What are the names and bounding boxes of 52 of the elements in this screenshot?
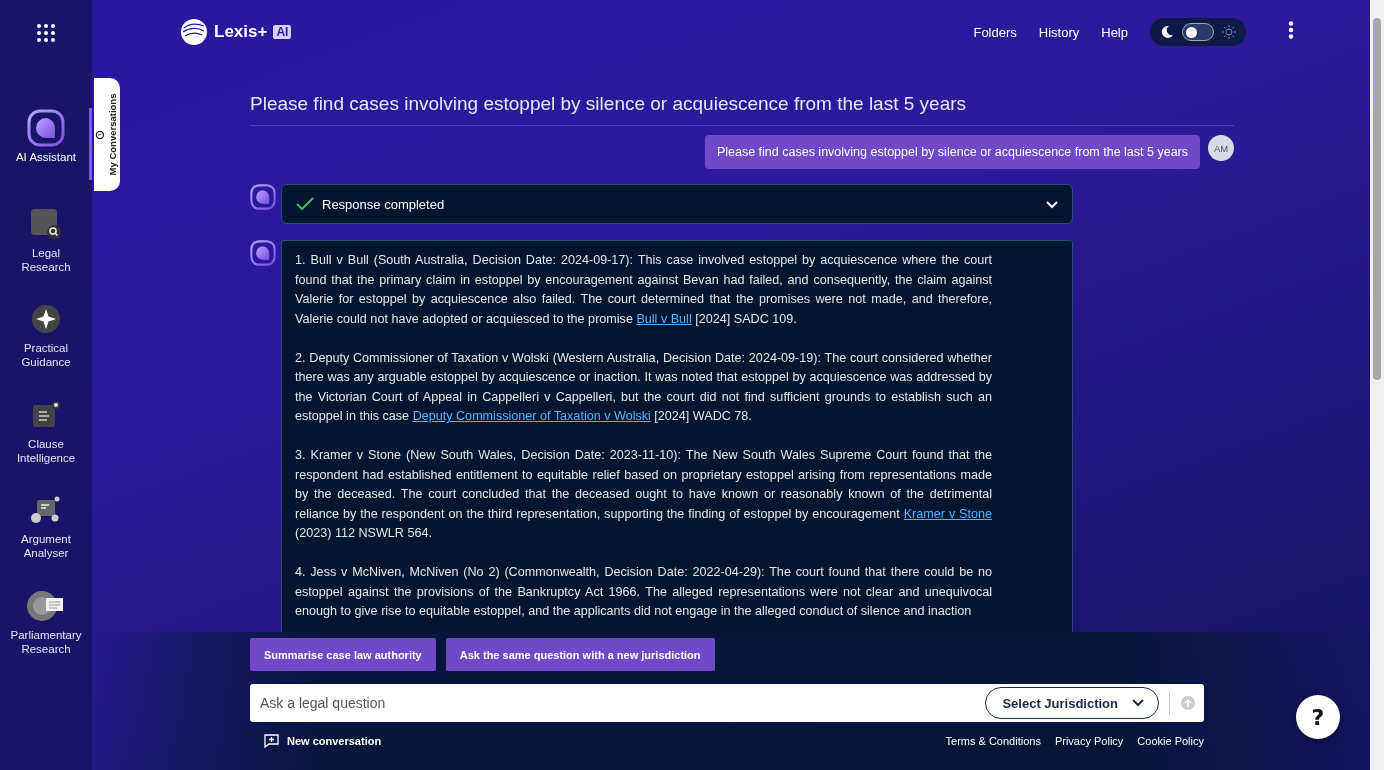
jurisdiction-dropdown[interactable]: Select Jurisdiction: [985, 687, 1159, 719]
add-chat-icon: [264, 734, 279, 748]
user-message: Please find cases involving estoppel by silence or acquiescence from the last 5 years: [704, 135, 1200, 169]
my-conversations-tab[interactable]: My Conversations: [94, 78, 120, 191]
logo-badge: AI: [273, 25, 292, 39]
nav-link[interactable]: Folders: [973, 24, 1017, 40]
case-summary: 1. Bull v Bull (South Australia, Decision Date: 2024-09-17): This case involved estoppel by acquiescence where the court found that the primary claim in estoppel by encouragement against Bevan had failed, and consequently, the claim against Valerie for estoppel by acquiescence also failed. The court determined that the promises were not made, and therefore, Valerie could not have adopted or acquiesced to the promise Bull v Bull [2024] SADC 109.: [295, 252, 992, 328]
more-options-icon[interactable]: [1288, 21, 1294, 39]
status-label: Response completed: [322, 196, 445, 212]
question-field[interactable]: Ask a legal question Select Jurisdiction: [250, 684, 1204, 722]
case-link[interactable]: Kramer v Stone: [903, 506, 992, 521]
rail-item[interactable]: AI Assistant: [0, 108, 92, 204]
suggestion-button[interactable]: Ask the same question with a new jurisdiction: [445, 638, 715, 671]
nav-link[interactable]: Help: [1101, 24, 1128, 40]
rail-item[interactable]: Parliamentary Research: [0, 585, 92, 681]
logo-text: Lexis+: [214, 22, 268, 42]
document-icon: [31, 399, 61, 430]
app-grid-icon[interactable]: [37, 24, 55, 42]
help-button[interactable]: ?: [1296, 695, 1340, 739]
case-link[interactable]: Bull v Bull: [636, 311, 692, 326]
nav-link[interactable]: History: [1038, 24, 1080, 40]
network-icon: [30, 495, 62, 525]
chevron-icon: [1132, 699, 1144, 707]
check-icon: [296, 197, 314, 211]
case-link[interactable]: Deputy Commissioner of Taxation v Wolski: [412, 409, 651, 423]
footer-link[interactable]: Cookie Policy: [1137, 735, 1204, 747]
case-summary: 2. Deputy Commissioner of Taxation v Wolski (Western Australia, Decision Date: 2024-09-19): The court considered whether there was any arguable estoppel by acquiescence or inaction. It was noted that estoppel by acquiescence was addressed by the Victorian Court of Appeal in Cappelleri v Cappelleri, but the court did not find sufficient grounds to establish such an estoppel in this case Deputy Commissioner of Taxation v Wolski [2024] WADC 78.: [295, 349, 992, 425]
case-summary: 4. Jess v McNiven, McNiven (No 2) (Commonwealth, Decision Date: 2022-04-29): The court found that there could be no estoppel against the provisions of the Bankruptcy Act 1966. The alleged representations were not clear and unequivocal enough to give rise to equitable estoppel, and the applicants did not engage in the alleged conduct of silence and inaction: [295, 564, 992, 620]
globe-document-icon: [26, 588, 66, 623]
theme-toggle[interactable]: [1182, 23, 1214, 41]
conversation-title: Please find cases involving estoppel by silence or acquiescence from the last 5 years: [250, 93, 1234, 126]
response-status[interactable]: Response completed: [281, 184, 1073, 224]
search-icon: [30, 207, 62, 240]
moon-icon: [1160, 25, 1174, 39]
case-summary: 3. Kramer v Stone (New South Wales, Decision Date: 2023-11-10): The New South Wales Supreme Court found that the respondent had established entitlement to equitable relief based on proprietary estoppel arising from representations made by the deceased. The court concluded that the deceased ought to have known or reasonably known of the detrimental reliance by the respondent on the third representation, supporting the finding of estoppel by encouragement Kramer v Stone (2023) 112 NSWLR 564.: [295, 447, 992, 542]
footer-link[interactable]: Privacy Policy: [1054, 735, 1124, 747]
suggestion-button[interactable]: Summarise case law authority: [250, 638, 436, 671]
rail-item[interactable]: Argument Analyser: [0, 490, 92, 586]
chat-bubble-icon: [27, 109, 65, 147]
user-avatar: AM: [1208, 135, 1234, 161]
new-conversation-button[interactable]: New conversation: [250, 734, 382, 748]
sun-icon: [1222, 25, 1236, 39]
footer-link[interactable]: Terms & Conditions: [945, 735, 1041, 747]
history-icon: [95, 130, 105, 139]
rail-item[interactable]: Legal Research: [0, 203, 92, 299]
chevron-icon[interactable]: [1046, 200, 1058, 209]
chat-bubble-icon: [250, 184, 276, 210]
rail-item[interactable]: Clause Intelligence: [0, 394, 92, 490]
rail-item[interactable]: Practical Guidance: [0, 299, 92, 395]
scrollbar[interactable]: [1370, 0, 1384, 770]
chat-bubble-icon: [250, 240, 276, 266]
logo-icon: [180, 18, 208, 46]
